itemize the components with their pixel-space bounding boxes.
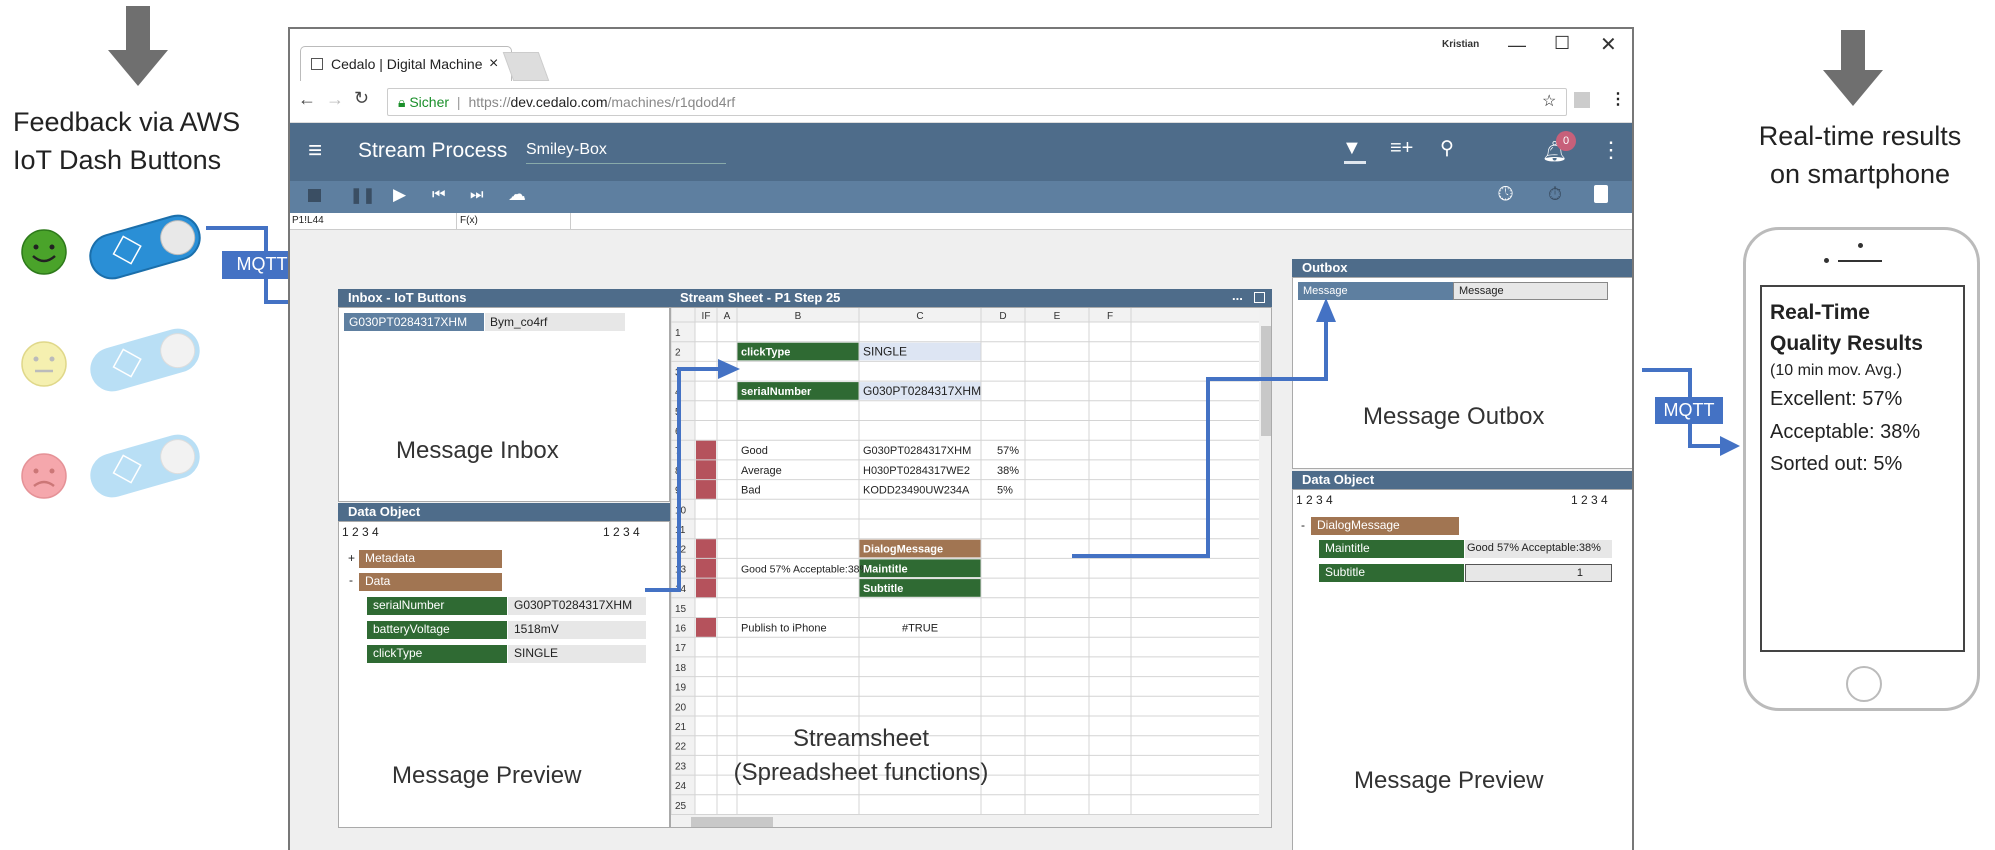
mqtt-label-right: MQTT [1655,397,1723,424]
flow-arrows [645,298,1740,592]
phone-camera [1858,243,1863,248]
phone-home-button[interactable] [1846,666,1882,702]
phone-line-sorted: Sorted out: 5% [1770,453,1903,475]
phone-screen: Real-Time Quality Results (10 min mov. A… [1760,285,1965,652]
phone-line-acceptable: Acceptable: 38% [1770,421,1921,443]
smartphone: Real-Time Quality Results (10 min mov. A… [1743,227,1980,711]
phone-title-2: Quality Results [1770,332,1923,355]
phone-subtitle: (10 min mov. Avg.) [1770,362,1902,379]
phone-title-1: Real-Time [1770,301,1870,324]
phone-speaker [1838,260,1882,262]
phone-line-excellent: Excellent: 57% [1770,388,1903,410]
